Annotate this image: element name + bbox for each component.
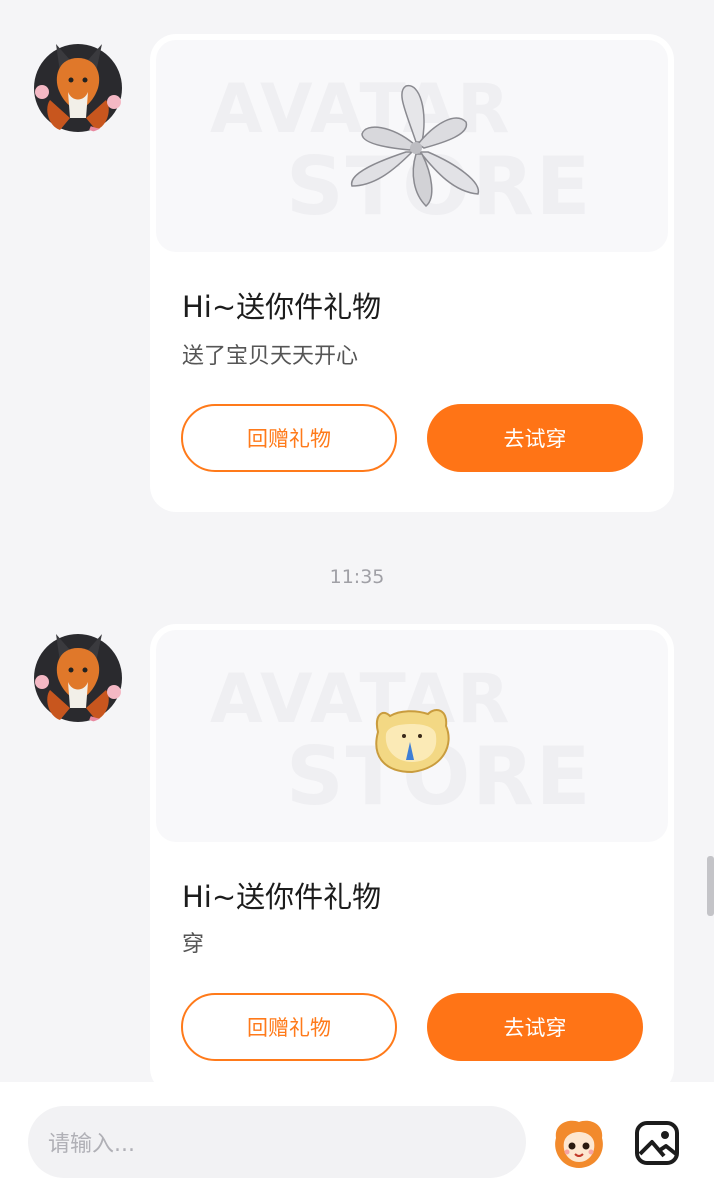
bread-cat-icon <box>375 709 450 774</box>
return-gift-button[interactable]: 回赠礼物 <box>181 404 397 472</box>
card-subtitle: 穿 <box>182 932 205 957</box>
card-subtitle: 送了宝贝天天开心 <box>182 344 359 369</box>
fox-avatar-icon <box>34 634 122 723</box>
avatar[interactable] <box>30 38 126 134</box>
message-input[interactable]: 请输入... <box>28 1106 526 1178</box>
gift-card[interactable]: AVATAR STORE Hi~送你件礼物 送了宝贝天天开心 回赠礼物 去试穿 <box>150 34 674 512</box>
input-bar: 请输入... <box>0 1082 714 1204</box>
try-on-button[interactable]: 去试穿 <box>427 404 643 472</box>
lily-flower-icon <box>351 85 480 208</box>
fox-avatar-icon <box>34 44 122 133</box>
avatar-sticker-icon[interactable] <box>550 1118 608 1170</box>
avatar[interactable] <box>30 628 126 724</box>
try-on-button[interactable]: 去试穿 <box>427 993 643 1061</box>
gift-card[interactable]: AVATAR STORE Hi~送你件礼物 穿 回赠礼物 去试穿 <box>150 624 674 1094</box>
return-gift-button[interactable]: 回赠礼物 <box>181 993 397 1061</box>
watermark-avatar: AVATAR <box>210 660 512 739</box>
card-title: Hi~送你件礼物 <box>182 880 382 914</box>
card-title: Hi~送你件礼物 <box>182 290 382 324</box>
message-timestamp: 11:35 <box>329 566 385 588</box>
gift-preview: AVATAR STORE <box>156 40 668 252</box>
gift-preview: AVATAR STORE <box>156 630 668 842</box>
scrollbar-thumb[interactable] <box>707 856 714 916</box>
image-picker-icon[interactable] <box>634 1120 680 1166</box>
